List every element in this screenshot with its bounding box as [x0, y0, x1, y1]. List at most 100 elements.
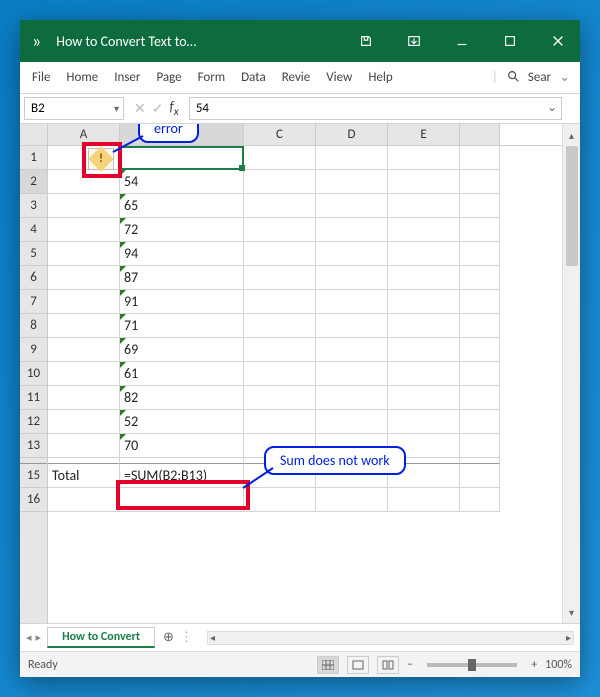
rowhdr-9[interactable]: 9 — [20, 338, 47, 362]
cell-E5[interactable] — [388, 242, 460, 266]
cell-B15[interactable]: =SUM(B2:B13) — [120, 464, 244, 488]
cell-C3[interactable] — [244, 194, 316, 218]
cell-B13[interactable]: 70 — [120, 434, 244, 458]
cell-C5[interactable] — [244, 242, 316, 266]
cell-F9[interactable] — [460, 338, 500, 362]
rowhdr-6[interactable]: 6 — [20, 266, 47, 290]
cell-A13[interactable] — [48, 434, 120, 458]
cell-E16[interactable] — [388, 488, 460, 512]
rowhdr-8[interactable]: 8 — [20, 314, 47, 338]
cell-B1[interactable] — [120, 146, 244, 170]
rowhdr-10[interactable]: 10 — [20, 362, 47, 386]
cell-D6[interactable] — [316, 266, 388, 290]
rowhdr-7[interactable]: 7 — [20, 290, 47, 314]
cell-A4[interactable] — [48, 218, 120, 242]
zoom-in-button[interactable]: + — [531, 658, 537, 672]
cell-A7[interactable] — [48, 290, 120, 314]
horizontal-scrollbar[interactable] — [207, 631, 574, 645]
cell-F3[interactable] — [460, 194, 500, 218]
sheet-nav[interactable]: ◂▸ — [20, 631, 47, 644]
tell-me-label[interactable]: Sear — [528, 70, 551, 85]
tab-data[interactable]: Data — [233, 62, 274, 93]
cell-D12[interactable] — [316, 410, 388, 434]
cell-F7[interactable] — [460, 290, 500, 314]
cell-C12[interactable] — [244, 410, 316, 434]
close-button[interactable] — [536, 20, 580, 62]
cell-A3[interactable] — [48, 194, 120, 218]
zoom-out-button[interactable]: − — [407, 658, 413, 672]
cell-A8[interactable] — [48, 314, 120, 338]
cell-B9[interactable]: 69 — [120, 338, 244, 362]
cell-E12[interactable] — [388, 410, 460, 434]
cell-A2[interactable] — [48, 170, 120, 194]
cell-C2[interactable] — [244, 170, 316, 194]
cell-F1[interactable] — [460, 146, 500, 170]
rowhdr-1[interactable]: 1 — [20, 146, 47, 170]
tab-review[interactable]: Revie — [274, 62, 319, 93]
cell-F16[interactable] — [460, 488, 500, 512]
cell-B7[interactable]: 91 — [120, 290, 244, 314]
cell-B5[interactable]: 94 — [120, 242, 244, 266]
cell-D8[interactable] — [316, 314, 388, 338]
cell-D16[interactable] — [316, 488, 388, 512]
rowhdr-5[interactable]: 5 — [20, 242, 47, 266]
tab-home[interactable]: Home — [58, 62, 106, 93]
cancel-formula-icon[interactable]: ✕ — [134, 100, 146, 117]
cell-A10[interactable] — [48, 362, 120, 386]
cell-E10[interactable] — [388, 362, 460, 386]
cell-B10[interactable]: 61 — [120, 362, 244, 386]
rowhdr-2[interactable]: 2 — [20, 170, 47, 194]
name-box[interactable]: B2 — [24, 97, 124, 120]
cell-B11[interactable]: 82 — [120, 386, 244, 410]
cell-F10[interactable] — [460, 362, 500, 386]
fx-icon[interactable]: fx — [169, 98, 178, 119]
colhdr-b[interactable]: B — [120, 124, 244, 145]
colhdr-e[interactable]: E — [388, 124, 460, 145]
select-all-corner[interactable] — [20, 124, 47, 146]
cell-B8[interactable]: 71 — [120, 314, 244, 338]
cell-C6[interactable] — [244, 266, 316, 290]
tab-file[interactable]: File — [24, 62, 58, 93]
cell-A12[interactable] — [48, 410, 120, 434]
rowhdr-16[interactable]: 16 — [20, 488, 47, 512]
cell-B12[interactable]: 52 — [120, 410, 244, 434]
cell-C8[interactable] — [244, 314, 316, 338]
rowhdr-4[interactable]: 4 — [20, 218, 47, 242]
tab-page[interactable]: Page — [148, 62, 189, 93]
cell-F2[interactable] — [460, 170, 500, 194]
cell-D5[interactable] — [316, 242, 388, 266]
colhdr-d[interactable]: D — [316, 124, 388, 145]
cell-E2[interactable] — [388, 170, 460, 194]
cell-A16[interactable] — [48, 488, 120, 512]
view-normal-button[interactable] — [317, 656, 339, 674]
cell-A6[interactable] — [48, 266, 120, 290]
rowhdr-15[interactable]: 15 — [20, 464, 47, 488]
ribbon-collapse-icon[interactable]: ⌄ — [559, 70, 570, 85]
cell-C7[interactable] — [244, 290, 316, 314]
cell-F6[interactable] — [460, 266, 500, 290]
zoom-slider[interactable] — [427, 663, 517, 667]
cell-C10[interactable] — [244, 362, 316, 386]
cell-A5[interactable] — [48, 242, 120, 266]
cell-A11[interactable] — [48, 386, 120, 410]
cell-D13[interactable] — [316, 434, 388, 458]
formula-bar[interactable]: 54 — [189, 97, 562, 120]
cell-E15[interactable] — [388, 464, 460, 488]
cell-C13[interactable] — [244, 434, 316, 458]
cell-C9[interactable] — [244, 338, 316, 362]
cell-F5[interactable] — [460, 242, 500, 266]
colhdr-c[interactable]: C — [244, 124, 316, 145]
tab-help[interactable]: Help — [360, 62, 400, 93]
sheet-tab-active[interactable]: How to Convert — [47, 627, 155, 648]
cell-D3[interactable] — [316, 194, 388, 218]
vertical-scrollbar[interactable]: ▴ ▾ — [562, 124, 580, 623]
colhdr-a[interactable]: A — [48, 124, 120, 145]
cell-F15[interactable] — [460, 464, 500, 488]
cell-D15[interactable] — [316, 464, 388, 488]
cells[interactable]: 546572948791716961825270Total=SUM(B2:B13… — [48, 146, 562, 512]
quick-access-more-icon[interactable]: » — [32, 30, 42, 52]
cell-B4[interactable]: 72 — [120, 218, 244, 242]
cell-E13[interactable] — [388, 434, 460, 458]
enter-formula-icon[interactable]: ✓ — [152, 100, 164, 117]
cell-F13[interactable] — [460, 434, 500, 458]
